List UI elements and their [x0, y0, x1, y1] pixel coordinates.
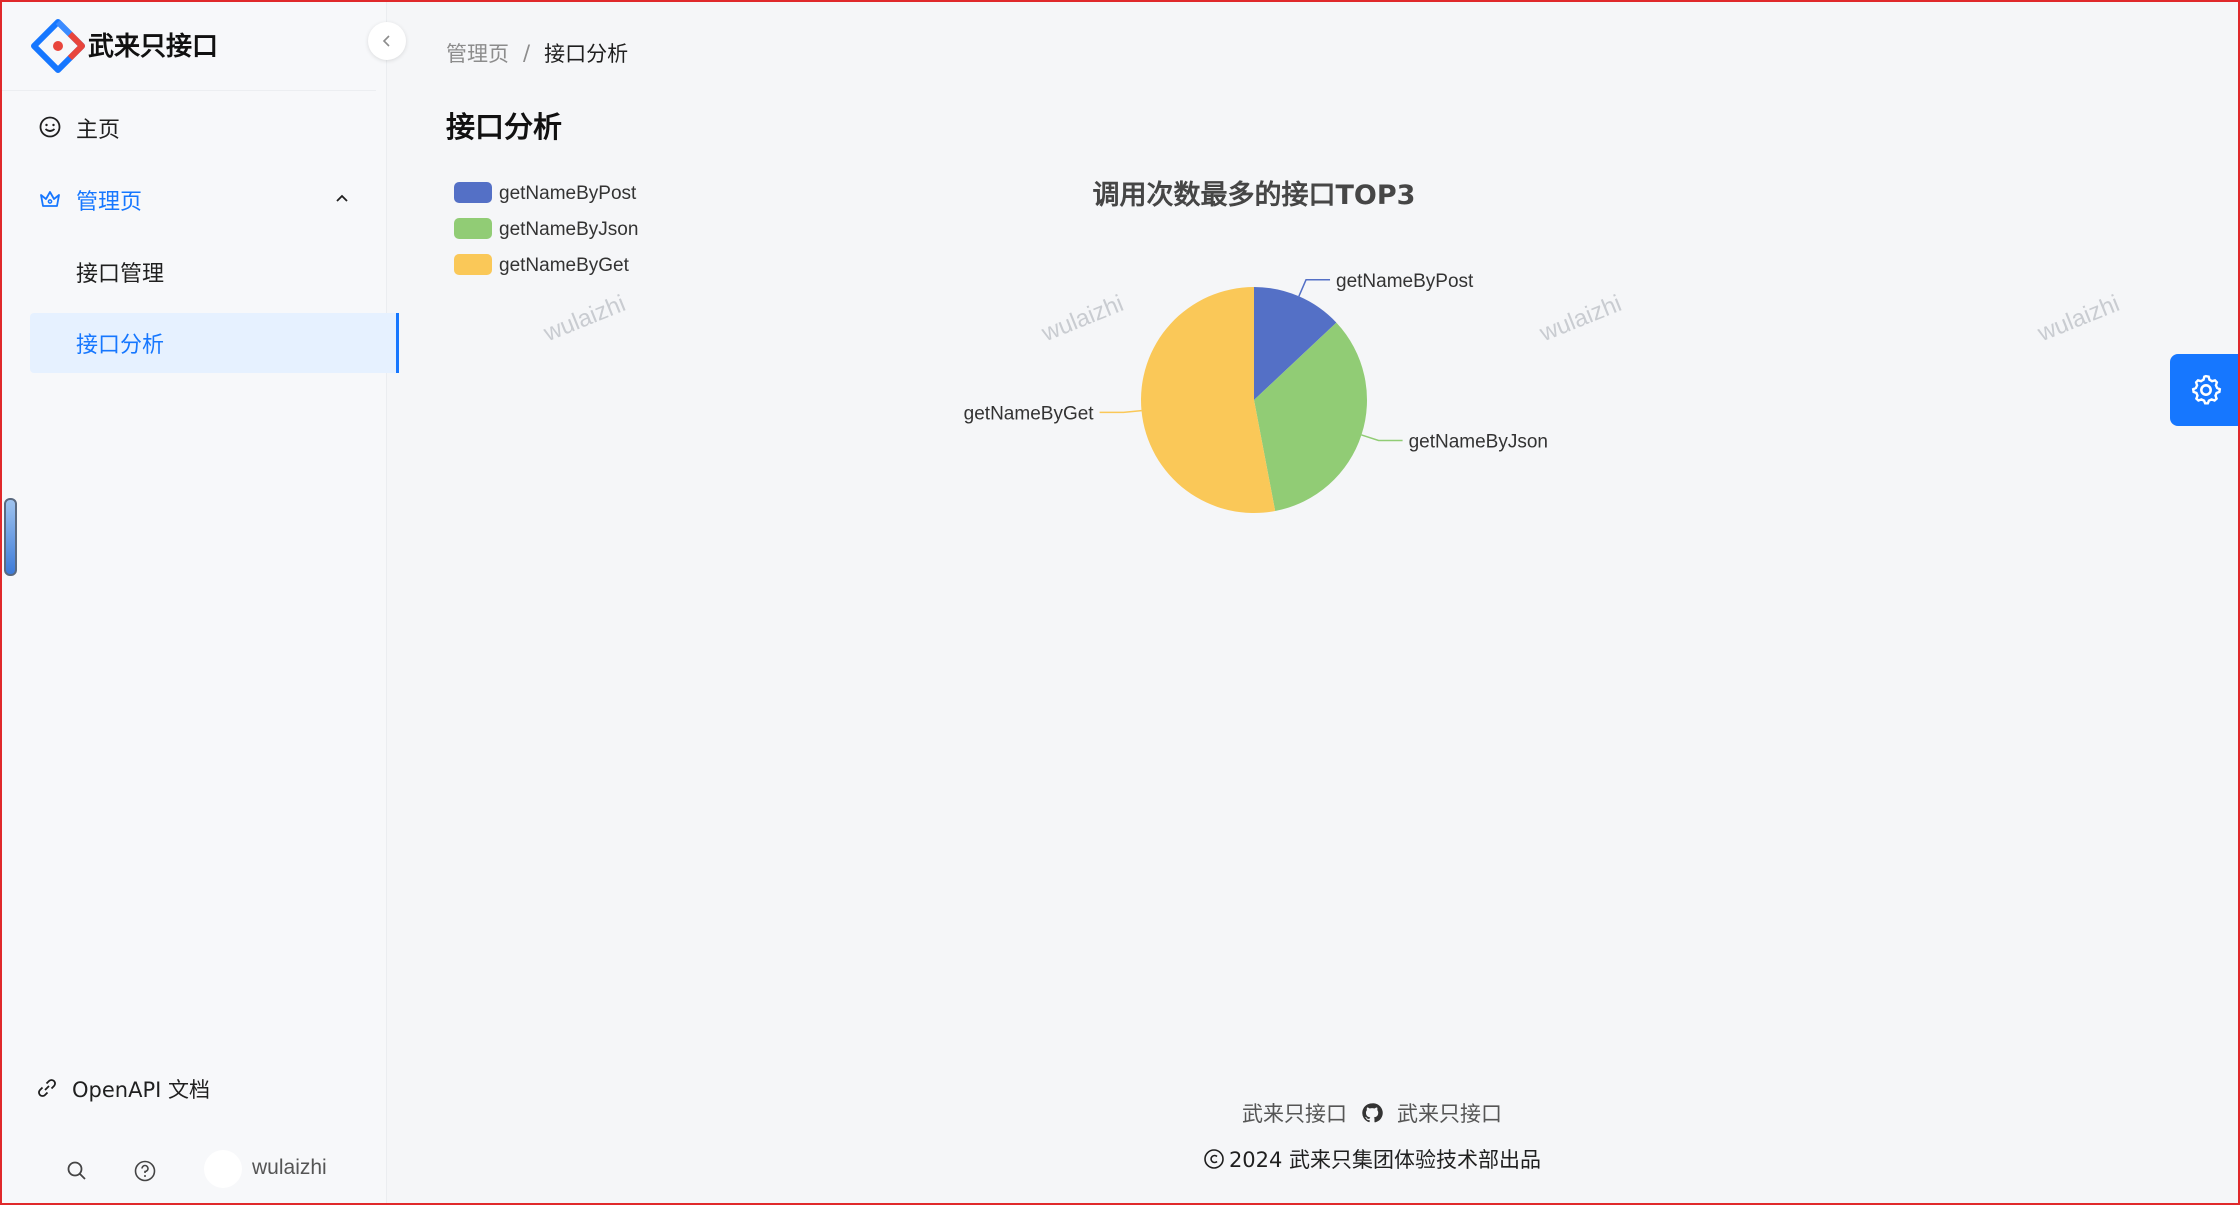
settings-button[interactable]: [2170, 354, 2240, 426]
legend-label[interactable]: getNameByGet: [499, 255, 630, 276]
scrollbar-thumb[interactable]: [4, 498, 17, 576]
github-icon[interactable]: [1361, 1102, 1383, 1124]
footer-copyright: 2024 武来只集团体验技术部出品: [388, 1144, 2236, 1174]
copyright-text: 2024 武来只集团体验技术部出品: [1228, 1148, 1542, 1172]
copyright-icon: [1204, 1149, 1224, 1169]
openapi-docs-link[interactable]: OpenAPI 文档: [36, 1074, 210, 1104]
pie-label: getNameByGet: [964, 403, 1095, 424]
chevron-left-icon: [382, 35, 390, 47]
legend-swatch[interactable]: [454, 218, 492, 239]
sidebar-item-interface-manage[interactable]: 接口管理: [30, 242, 376, 302]
collapse-sidebar-button[interactable]: [368, 22, 406, 60]
pie-label-line: [1298, 279, 1331, 297]
sidebar-footer: wulaizhi: [2, 1142, 386, 1202]
username[interactable]: wulaizhi: [252, 1156, 327, 1180]
sidebar: 武来只接口 主页 管理页 接口管理 接口分析 OpenAPI 文档 wulaiz…: [2, 2, 406, 1203]
sidebar-item-label: 接口分析: [76, 333, 165, 358]
pie-chart: getNameByPost getNameByJson getNameByGet 调…: [454, 179, 1548, 513]
footer-links: 武来只接口 武来只接口: [388, 1098, 2236, 1128]
sidebar-item-label: 管理页: [76, 190, 143, 215]
pie-slices: [1141, 287, 1368, 513]
smile-icon: [38, 115, 64, 141]
legend-label[interactable]: getNameByJson: [499, 219, 638, 240]
pie-label: getNameByJson: [1409, 431, 1548, 452]
sidebar-item-admin[interactable]: 管理页: [30, 170, 376, 230]
sidebar-item-interface-analysis[interactable]: 接口分析: [30, 313, 399, 373]
footer-link[interactable]: 武来只接口: [1242, 1098, 1347, 1128]
chart-title: 调用次数最多的接口TOP3: [1093, 179, 1416, 211]
footer-link[interactable]: 武来只接口: [1397, 1098, 1502, 1128]
pie-label-line: [1099, 409, 1142, 414]
gear-icon: [2191, 374, 2222, 405]
sidebar-item-label: 接口管理: [76, 262, 165, 287]
logo-row[interactable]: 武来只接口: [2, 2, 376, 91]
crown-icon: [38, 187, 64, 213]
openapi-label: OpenAPI 文档: [72, 1078, 210, 1102]
avatar[interactable]: [204, 1150, 242, 1188]
help-icon[interactable]: [132, 1158, 158, 1184]
legend-label[interactable]: getNameByPost: [499, 183, 637, 204]
pie-label-line: [1361, 434, 1403, 442]
sidebar-item-home[interactable]: 主页: [30, 98, 376, 158]
chart-legend: getNameByPost getNameByJson getNameByGet: [454, 182, 638, 276]
app-title: 武来只接口: [88, 32, 219, 62]
main-content: 管理页 / 接口分析 接口分析 wulaizhi wulaizhi wulaiz…: [388, 2, 2236, 1203]
chevron-up-icon: [336, 194, 348, 202]
search-icon[interactable]: [64, 1158, 90, 1184]
legend-swatch[interactable]: [454, 254, 492, 275]
sidebar-item-label: 主页: [76, 118, 121, 143]
link-icon: [36, 1077, 60, 1101]
pie-label: getNameByPost: [1336, 271, 1474, 292]
legend-swatch[interactable]: [454, 182, 492, 203]
logo-icon: [31, 19, 85, 73]
